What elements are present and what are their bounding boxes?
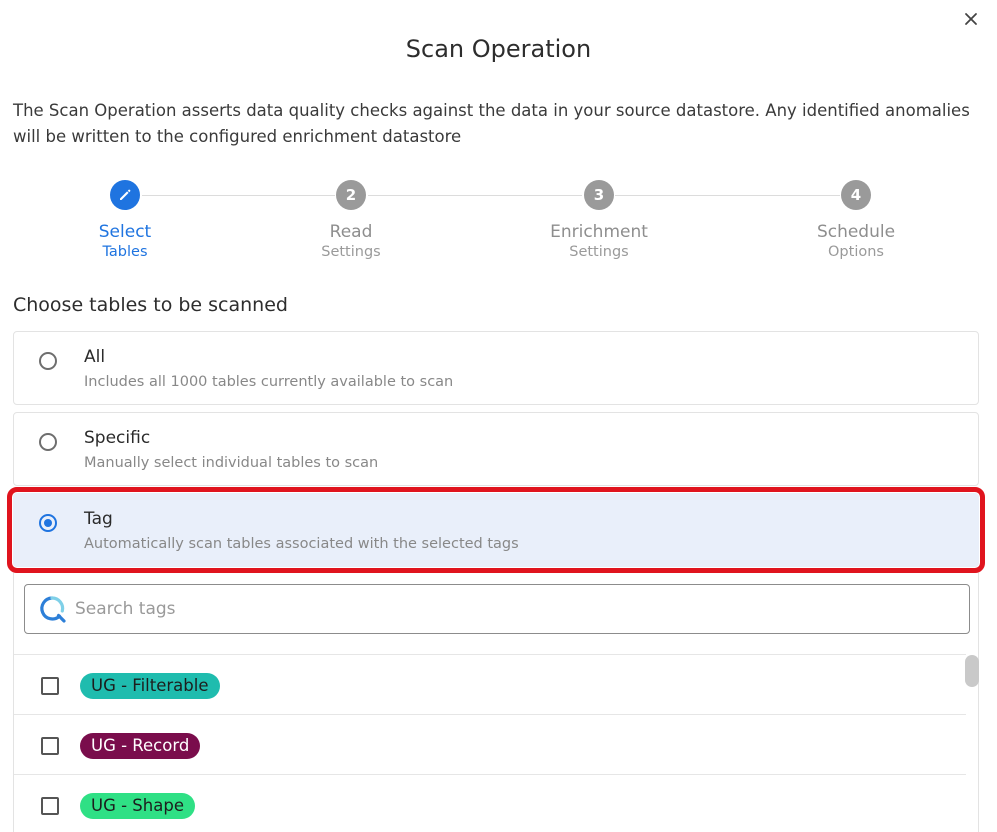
- step-circle: 3: [584, 180, 614, 210]
- step-enrichment-settings[interactable]: 3 Enrichment Settings: [519, 180, 679, 262]
- step-sublabel: Settings: [569, 244, 629, 260]
- search-icon: [40, 596, 66, 623]
- tag-checkbox[interactable]: [41, 677, 59, 695]
- table-row[interactable]: UG - Shape: [14, 775, 966, 832]
- search-box[interactable]: [24, 584, 970, 634]
- option-description: Includes all 1000 tables currently avail…: [84, 374, 454, 390]
- tag-panel: UG - Filterable UG - Record UG - Shape: [13, 573, 979, 832]
- dialog-title: Scan Operation: [405, 35, 592, 63]
- step-circle: 2: [336, 180, 366, 210]
- tag-checkbox[interactable]: [41, 737, 59, 755]
- option-specific[interactable]: Specific Manually select individual tabl…: [13, 412, 979, 486]
- step-select-tables[interactable]: Select Tables: [45, 180, 205, 262]
- radio-all[interactable]: [39, 352, 57, 370]
- scan-operation-dialog: Scan Operation The Scan Operation assert…: [0, 0, 997, 832]
- table-row[interactable]: UG - Filterable: [14, 655, 966, 715]
- radio-tag[interactable]: [39, 514, 57, 532]
- tag-list: UG - Filterable UG - Record UG - Shape: [14, 654, 966, 832]
- tag-checkbox[interactable]: [41, 797, 59, 815]
- option-title: Tag: [84, 509, 113, 529]
- step-schedule-options[interactable]: 4 Schedule Options: [776, 180, 936, 262]
- tag-chip: UG - Record: [80, 733, 201, 759]
- step-label: Schedule: [816, 222, 896, 242]
- option-description: Automatically scan tables associated wit…: [84, 536, 519, 552]
- step-sublabel: Settings: [321, 244, 381, 260]
- step-label: Enrichment: [550, 222, 648, 242]
- search-input[interactable]: [75, 585, 955, 633]
- close-button[interactable]: [960, 8, 982, 30]
- tag-chip: UG - Shape: [80, 793, 195, 819]
- step-read-settings[interactable]: 2 Read Settings: [271, 180, 431, 262]
- table-row[interactable]: UG - Record: [14, 715, 966, 775]
- option-tag[interactable]: Tag Automatically scan tables associated…: [7, 487, 985, 573]
- option-title: Specific: [84, 428, 151, 448]
- tag-chip: UG - Filterable: [80, 673, 220, 699]
- option-title: All: [84, 347, 106, 367]
- scrollbar-thumb[interactable]: [965, 655, 979, 687]
- close-icon: [965, 13, 977, 25]
- section-title: Choose tables to be scanned: [13, 294, 288, 316]
- pencil-icon: [120, 189, 131, 200]
- step-circle: [110, 180, 140, 210]
- stepper: Select Tables 2 Read Settings 3 Enrichme…: [0, 180, 997, 270]
- radio-specific[interactable]: [39, 433, 57, 451]
- step-label: Select: [98, 222, 152, 242]
- step-circle: 4: [841, 180, 871, 210]
- step-label: Read: [329, 222, 373, 242]
- dialog-description: The Scan Operation asserts data quality …: [13, 101, 970, 146]
- option-all[interactable]: All Includes all 1000 tables currently a…: [13, 331, 979, 405]
- step-sublabel: Tables: [102, 244, 148, 260]
- option-description: Manually select individual tables to sca…: [84, 455, 379, 471]
- step-sublabel: Options: [828, 244, 884, 260]
